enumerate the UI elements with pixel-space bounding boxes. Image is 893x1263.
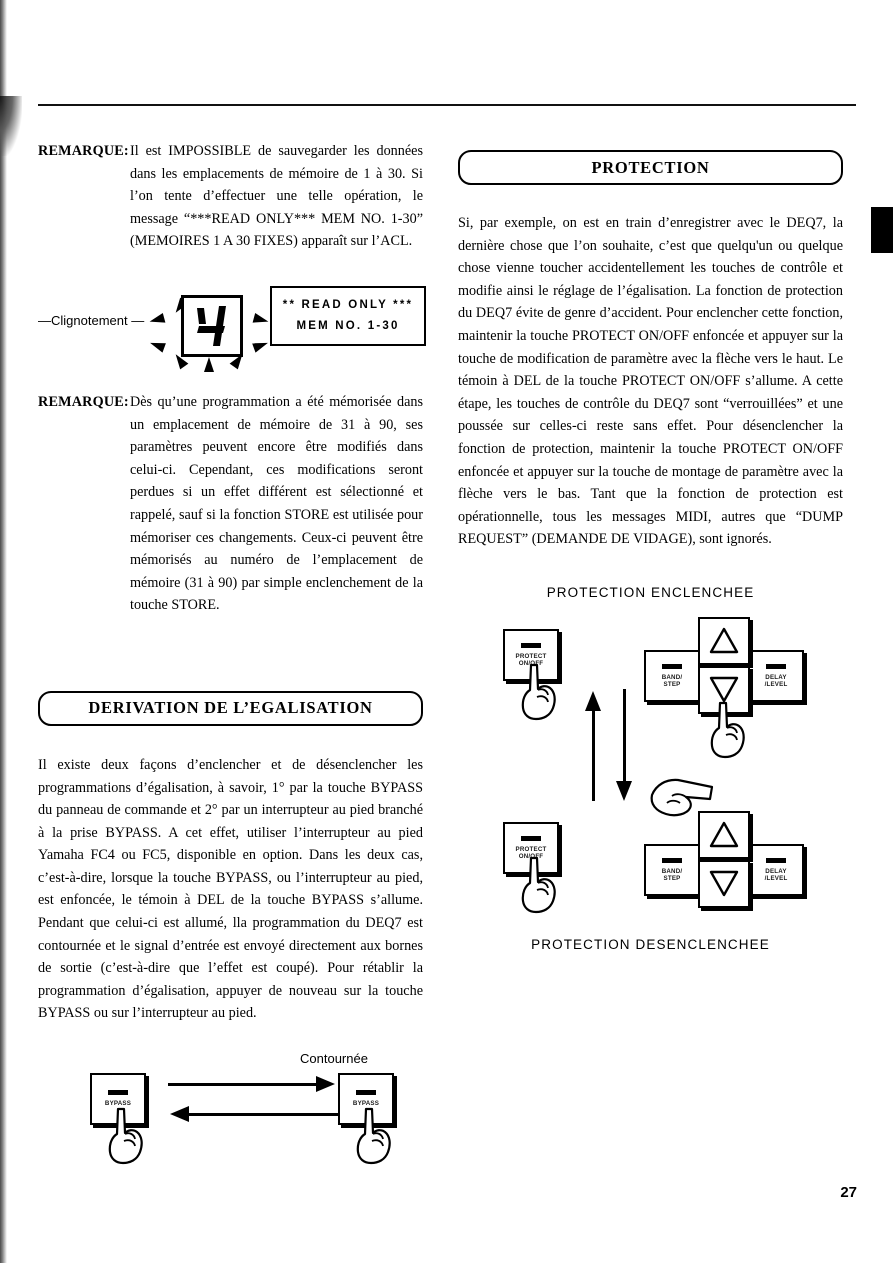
arrow-back-line: [188, 1113, 340, 1116]
protect-onoff-button-top-label-1: PROTECT: [515, 652, 547, 660]
blink-ray-icon: [148, 338, 166, 353]
led-indicator-icon: [521, 835, 541, 841]
band-step-button-top-label-2: STEP: [663, 680, 681, 688]
seven-segment-digit-icon: [197, 305, 226, 346]
lcd-blink-figure: —Clignotement — ** READ ONLY *** MEM NO.…: [38, 269, 426, 377]
remarque-text-1: Il est IMPOSSIBLE de sauvegarder les don…: [130, 143, 423, 250]
remarque-text-2: Dès qu’une programmation a été mémorisée…: [130, 393, 423, 614]
led-indicator-icon: [108, 1090, 128, 1096]
flow-arrow-down-line: [623, 688, 626, 783]
section-heading-derivation: DERIVATION DE L’EGALISATION: [38, 690, 423, 726]
pointing-hand-icon: [646, 777, 720, 825]
led-indicator-icon: [662, 857, 682, 863]
led-indicator-icon: [662, 663, 682, 669]
right-column: PROTECTION Si, par exemple, on est en tr…: [458, 140, 843, 1015]
arrow-forward-head-icon: [316, 1076, 335, 1093]
remarque-label-2: REMARQUE:: [38, 393, 129, 410]
arrow-back-head-icon: [170, 1106, 189, 1123]
section-heading-protection-label: PROTECTION: [591, 157, 710, 177]
blink-ray-icon: [148, 312, 166, 327]
protection-disabled-caption: PROTECTION DESENCLENCHEE: [531, 936, 770, 952]
page-thumb-index-tab: [871, 207, 893, 253]
parameter-down-button-bottom[interactable]: [698, 859, 750, 908]
left-column: REMARQUE: Il est IMPOSSIBLE de sauvegard…: [38, 140, 426, 1177]
page-number: 27: [840, 1184, 857, 1201]
remarque-label-1: REMARQUE:: [38, 143, 129, 159]
lcd-line-2: MEM NO. 1-30: [296, 320, 400, 333]
flow-arrow-up-line: [592, 710, 595, 801]
led-indicator-icon: [766, 857, 786, 863]
band-step-button-bottom-label-1: BAND/: [661, 867, 683, 875]
scan-blot-artifact: [0, 96, 22, 156]
blink-label: —Clignotement —: [38, 312, 145, 328]
triangle-up-icon: [709, 628, 739, 654]
scan-edge-artifact: [0, 0, 7, 1263]
delay-level-button-bottom[interactable]: DELAY /LEVEL: [748, 843, 804, 896]
bypass-figure-caption: Contournée: [300, 1051, 368, 1067]
lcd-line-1: ** READ ONLY ***: [282, 299, 414, 312]
delay-level-button-bottom-label-2: /LEVEL: [764, 874, 788, 882]
band-step-button-top[interactable]: BAND/ STEP: [644, 649, 700, 702]
delay-level-button-top-label-1: DELAY: [765, 673, 787, 681]
protect-button-top-group: PROTECT ON/OFF: [503, 628, 559, 721]
header-rule: [38, 104, 856, 106]
led-indicator-icon: [521, 642, 541, 648]
pointing-hand-icon: [517, 663, 563, 721]
blink-ray-icon: [252, 312, 270, 327]
protection-figure: PROTECTION ENCLENCHEE PROTECT ON/OFF BAN…: [458, 585, 843, 1015]
led-indicator-icon: [766, 663, 786, 669]
remarque-note-2: REMARQUE: Dès qu’une programmation a été…: [38, 391, 423, 617]
flow-arrow-up-head-icon: [585, 690, 601, 711]
delay-level-button-top[interactable]: DELAY /LEVEL: [748, 649, 804, 702]
flow-arrow-down-head-icon: [616, 780, 632, 801]
section-heading-protection: PROTECTION: [458, 150, 843, 185]
bypass-button-right-group: BYPASS: [338, 1073, 394, 1165]
pointing-hand-icon: [706, 701, 752, 759]
lcd-message-panel: ** READ ONLY *** MEM NO. 1-30: [270, 285, 426, 346]
section-heading-derivation-label: DERIVATION DE L’EGALISATION: [88, 698, 373, 718]
blink-ray-icon: [252, 338, 270, 353]
section-body-protection: Si, par exemple, on est en train d’enreg…: [458, 215, 843, 548]
remarque-note-1: REMARQUE: Il est IMPOSSIBLE de sauvegard…: [38, 140, 423, 253]
protection-enabled-caption: PROTECTION ENCLENCHEE: [546, 584, 755, 600]
delay-level-button-top-label-2: /LEVEL: [764, 680, 788, 688]
parameter-up-button-top[interactable]: [698, 616, 750, 665]
triangle-down-icon: [709, 677, 739, 703]
triangle-down-icon: [709, 871, 739, 897]
band-step-button-top-label-1: BAND/: [661, 673, 683, 681]
triangle-up-icon: [709, 822, 739, 848]
section-body-derivation: Il existe deux façons d’enclencher et de…: [38, 756, 423, 1022]
blinking-digit-group: [148, 277, 270, 372]
delay-level-button-bottom-label-1: DELAY: [765, 867, 787, 875]
parameter-button-cluster-bottom: BAND/ STEP DELAY /LEVEL: [644, 778, 804, 927]
pointing-hand-icon: [517, 856, 563, 914]
protect-button-bottom-group: PROTECT ON/OFF: [503, 821, 559, 914]
bypass-figure: Contournée BYPASS BYPASS: [38, 1047, 423, 1177]
bypass-button-left-group: BYPASS: [90, 1073, 146, 1165]
arrow-forward-line: [168, 1083, 318, 1086]
band-step-button-bottom[interactable]: BAND/ STEP: [644, 843, 700, 896]
blink-ray-icon: [204, 356, 214, 372]
protect-onoff-button-bottom-label-1: PROTECT: [515, 845, 547, 853]
band-step-button-bottom-label-2: STEP: [663, 874, 681, 882]
memory-number-display: [181, 294, 243, 357]
parameter-button-cluster-top: BAND/ STEP DELAY /LEVEL: [644, 616, 804, 759]
pointing-hand-icon: [104, 1107, 150, 1165]
pointing-hand-icon: [352, 1107, 398, 1165]
led-indicator-icon: [356, 1090, 376, 1096]
